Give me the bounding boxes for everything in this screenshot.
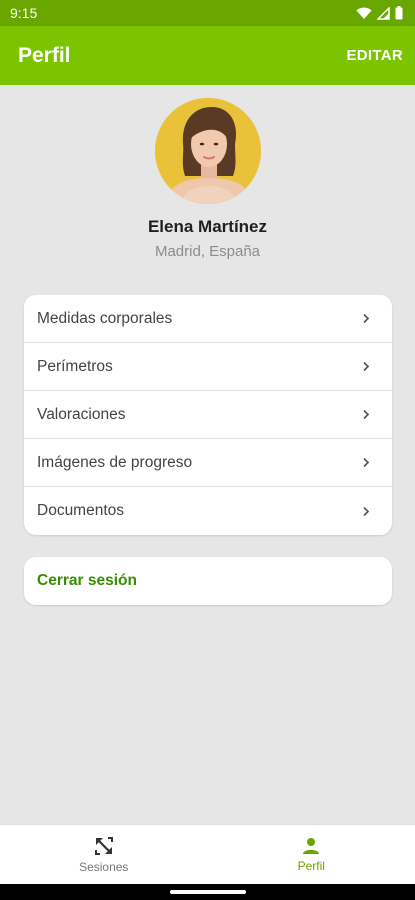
profile-menu: Medidas corporales Perímetros Valoracion… [24,295,392,535]
nav-item-profile[interactable]: Perfil [208,825,415,884]
chevron-right-icon [360,457,372,469]
bottom-nav: Sesiones Perfil [0,824,415,884]
menu-item-label: Documentos [37,502,125,519]
nav-label-sessions: Sesiones [79,860,129,874]
status-time: 9:15 [10,5,38,21]
profile-photo [155,98,261,204]
signal-icon [377,6,390,20]
nav-item-sessions[interactable]: Sesiones [0,825,208,884]
gesture-bar [0,884,415,900]
menu-item-label: Valoraciones [37,405,126,423]
wifi-icon [356,7,372,19]
chevron-right-icon [360,313,372,325]
menu-item-assessments[interactable]: Valoraciones [24,391,392,439]
battery-icon [395,6,403,20]
app-bar: Perfil EDITAR [0,26,415,85]
menu-item-label: Perímetros [37,357,113,375]
menu-item-label: Imágenes de progreso [37,453,193,471]
person-icon [303,838,320,854]
avatar [155,98,261,204]
chevron-right-icon [360,505,372,517]
page-title: Perfil [18,43,71,67]
menu-item-body-measurements[interactable]: Medidas corporales [24,295,392,343]
home-gesture-handle[interactable] [170,890,246,894]
menu-item-label: Medidas corporales [37,309,173,327]
logout-label: Cerrar sesión [37,572,137,589]
status-bar: 9:15 [0,0,415,26]
menu-item-perimeters[interactable]: Perímetros [24,343,392,391]
edit-button[interactable]: EDITAR [346,47,403,64]
logout-button[interactable]: Cerrar sesión [24,557,392,605]
user-location: Madrid, España [154,243,261,260]
resize-arrows-icon [94,837,113,855]
user-name: Elena Martínez [147,217,268,236]
chevron-right-icon [360,361,372,373]
menu-item-progress-images[interactable]: Imágenes de progreso [24,439,392,487]
chevron-right-icon [360,409,372,421]
nav-label-profile: Perfil [297,859,325,873]
menu-item-documents[interactable]: Documentos [24,487,392,535]
status-icons [356,6,403,20]
